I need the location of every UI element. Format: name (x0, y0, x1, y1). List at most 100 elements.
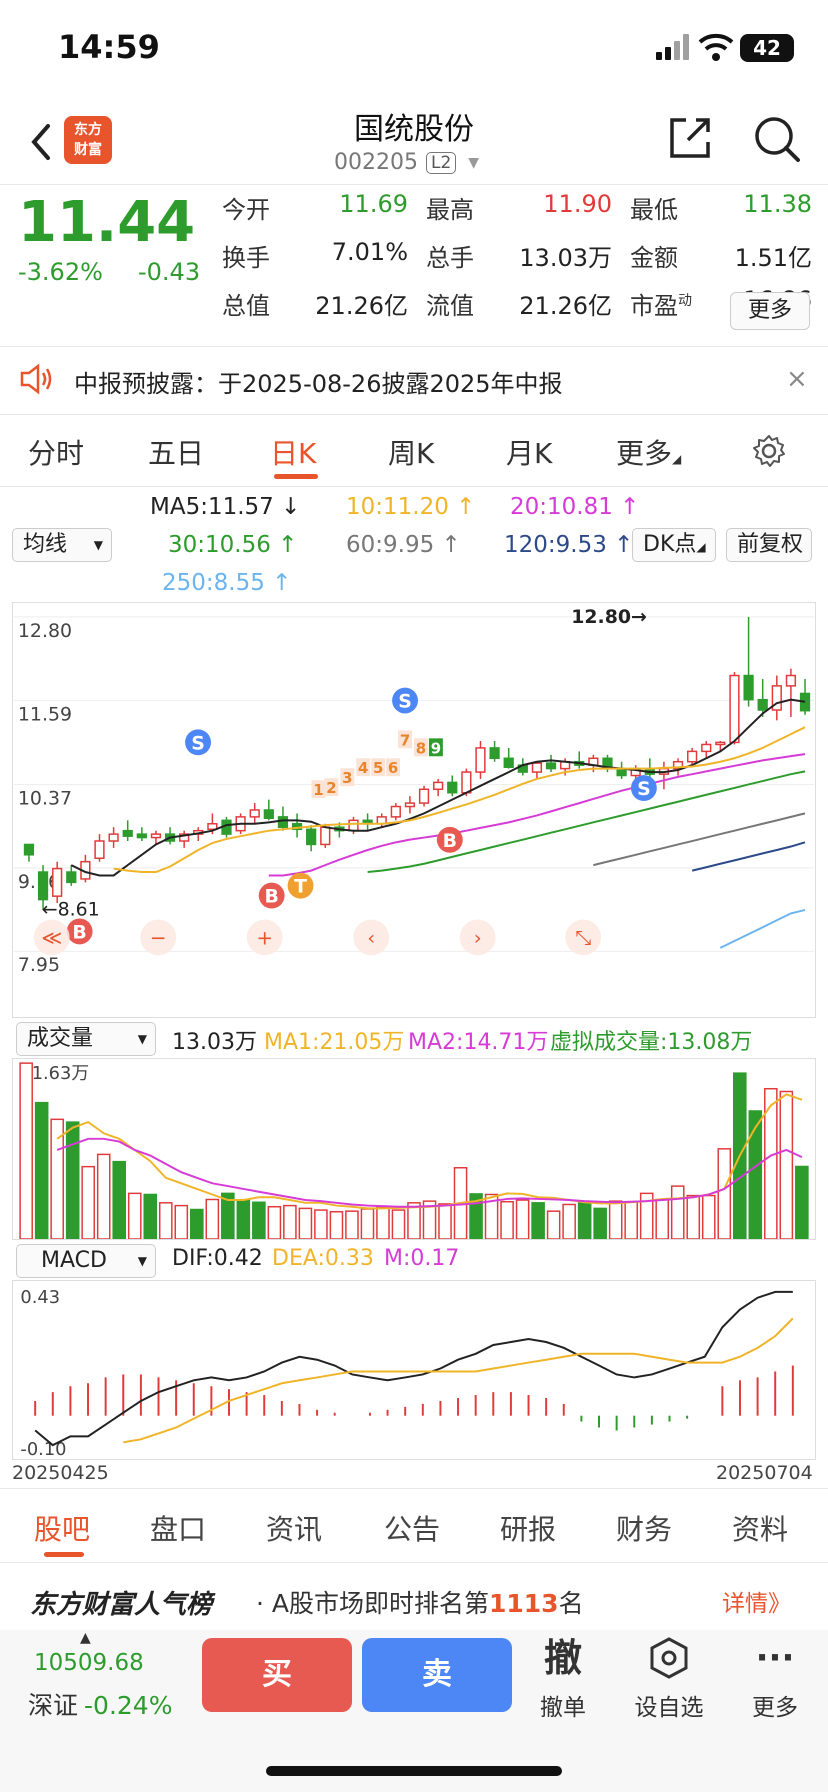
rank-detail-link[interactable]: 详情》 (722, 1584, 791, 1618)
tab-daily-k[interactable]: 日K (270, 432, 316, 472)
tab-weekly-k[interactable]: 周K (388, 432, 434, 472)
trade-marker-label: S (191, 732, 205, 754)
volume-ma1: MA1:21.05万 (264, 1030, 405, 1055)
add-watchlist-button[interactable]: 设自选 (624, 1636, 714, 1722)
candle-body (66, 871, 77, 884)
macd-dif: DIF:0.42 (172, 1246, 263, 1271)
volume-bar (50, 1118, 64, 1239)
stock-code-selector[interactable]: 002205 L2 ▼ (334, 150, 479, 175)
volume-bar (515, 1199, 530, 1239)
candle-body (249, 809, 260, 818)
trade-marker-label: S (637, 778, 651, 800)
candlestick-chart[interactable]: 12.8011.5910.379.167.9512.80→←8.61SSSBBB… (12, 602, 816, 1018)
candle-body (277, 816, 289, 828)
current-price: 11.44 (18, 190, 196, 255)
quote-label: 总值 (222, 292, 270, 320)
tab-news[interactable]: 资讯 (266, 1508, 322, 1548)
quote-value: 7.01% (331, 238, 408, 266)
quote-label: 流值 (426, 292, 474, 320)
tab-financials[interactable]: 财务 (616, 1508, 672, 1548)
ma10-value: 10:11.20 ↑ (346, 494, 476, 520)
candle-body (94, 840, 105, 859)
candle-body (433, 781, 444, 791)
volume-bar (174, 1204, 189, 1239)
volume-bar (546, 1210, 561, 1239)
count-label: 7 (400, 731, 410, 749)
volume-bar (701, 1194, 716, 1239)
sell-button[interactable]: 卖 (362, 1638, 512, 1712)
volume-bar (298, 1207, 313, 1239)
trade-marker-label: B (264, 886, 278, 908)
popularity-rank-brand: 东方财富人气榜 (30, 1590, 213, 1620)
price-adjust-button[interactable]: 前复权 (726, 528, 812, 562)
tab-intraday[interactable]: 分时 (28, 432, 84, 472)
volume-bar (717, 1148, 732, 1239)
quote-value: 21.26亿 (315, 292, 408, 320)
macd-chart[interactable]: 0.43-0.10 (12, 1280, 816, 1460)
quote-label: 金额 (630, 244, 678, 272)
trade-marker-label: B (72, 921, 86, 943)
candle-body (108, 833, 119, 842)
tab-more[interactable]: 更多◢ (616, 432, 681, 472)
quote-label: 最低 (630, 196, 678, 224)
quote-value: 13.03万 (519, 244, 612, 272)
volume-chart[interactable]: 31.63万 (12, 1058, 816, 1240)
volume-bar (391, 1209, 406, 1239)
quote-label: 总手 (426, 244, 474, 272)
volume-bar (143, 1193, 158, 1239)
share-icon[interactable] (666, 114, 714, 162)
index-expand-arrow-icon[interactable]: ▲ (80, 1630, 91, 1646)
count-label: 6 (388, 759, 398, 777)
candle-body (320, 826, 331, 846)
candle-body (306, 828, 317, 846)
candle-body (122, 829, 133, 837)
macd-indicator-selector[interactable]: MACD ▼ (16, 1244, 156, 1278)
low-annotation: ←8.61 (42, 898, 100, 920)
volume-bar (360, 1208, 375, 1239)
volume-bar (748, 1110, 763, 1239)
ma30-value: 30:10.56 ↑ (168, 532, 298, 558)
candle-body (150, 833, 162, 839)
y-tick-label: 10.37 (18, 787, 72, 809)
y-tick-label: 7.95 (18, 954, 60, 976)
dk-point-button[interactable]: DK点◢ (632, 528, 716, 562)
candle-body (404, 802, 416, 808)
quote-value: 11.69 (339, 190, 408, 218)
indicator-selector[interactable]: 均线 ▼ (12, 528, 112, 562)
ma120-value: 120:9.53 ↑ (504, 532, 634, 558)
volume-indicator-selector[interactable]: 成交量 ▼ (16, 1022, 156, 1056)
index-value[interactable]: 10509.68 (34, 1650, 144, 1676)
tab-monthly-k[interactable]: 月K (506, 432, 552, 472)
quote-label: 市盈动 (630, 292, 692, 320)
candle-body (503, 757, 514, 768)
speaker-icon (20, 363, 52, 395)
close-icon[interactable]: × (786, 364, 808, 394)
change-percent: -3.62% (18, 258, 103, 286)
more-quote-button[interactable]: 更多 (730, 292, 810, 330)
tab-order-book[interactable]: 盘口 (150, 1508, 206, 1548)
tab-profile[interactable]: 资料 (732, 1508, 788, 1548)
dropdown-arrow-icon: ▼ (468, 154, 480, 171)
buy-button[interactable]: 买 (202, 1638, 352, 1712)
count-label: 9 (431, 739, 441, 757)
index-name[interactable]: 深证 -0.24% (28, 1686, 172, 1722)
volume-bar (205, 1198, 220, 1239)
tab-announcements[interactable]: 公告 (384, 1508, 440, 1548)
tab-guba[interactable]: 股吧 (34, 1508, 90, 1548)
quote-value: 11.38 (743, 190, 812, 218)
candle-body (729, 674, 740, 744)
tab-five-day[interactable]: 五日 (148, 432, 204, 472)
search-icon[interactable] (752, 114, 802, 164)
y-tick-label: 11.59 (18, 703, 72, 725)
settings-gear-icon[interactable] (752, 434, 786, 468)
y-tick-label: 12.80 (18, 620, 72, 642)
candle-body (743, 674, 754, 701)
notice-text[interactable]: 中报预披露：于2025-08-26披露2025年中报 (74, 364, 563, 399)
popularity-rank-text[interactable]: · A股市场即时排名第1113名 (256, 1584, 584, 1620)
cancel-order-button[interactable]: 撤 撤单 (518, 1636, 608, 1722)
tab-research[interactable]: 研报 (500, 1508, 556, 1548)
more-tools-button[interactable]: ··· 更多 (730, 1636, 820, 1722)
chart-control-icon: › (474, 926, 482, 949)
macd-dif-line (34, 1290, 793, 1447)
volume-bar (127, 1192, 142, 1239)
